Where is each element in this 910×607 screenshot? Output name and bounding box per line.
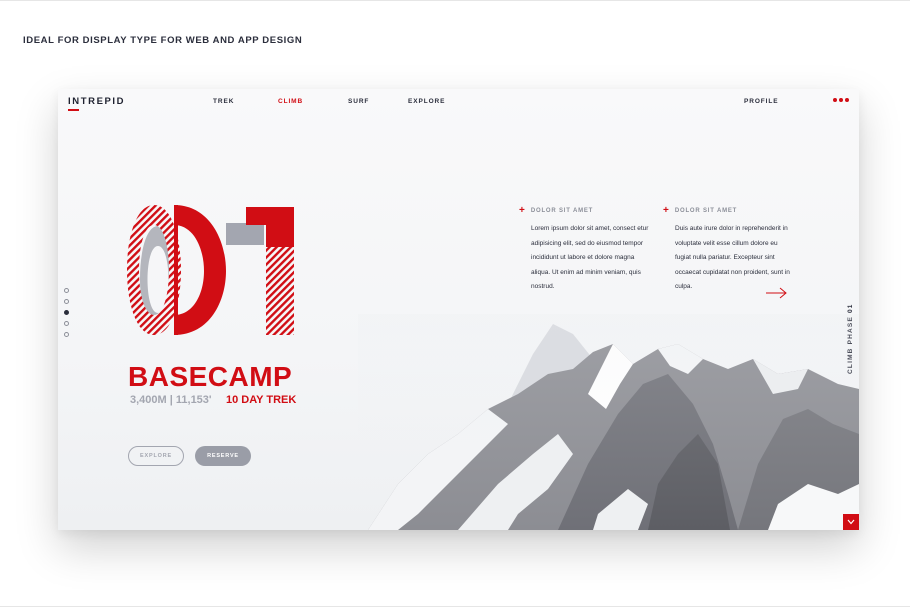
- plus-icon: +: [663, 205, 669, 216]
- nav-item-climb[interactable]: CLIMB: [278, 98, 303, 105]
- info-body: Duis aute irure dolor in reprehenderit i…: [675, 225, 790, 290]
- brand-underline: [68, 109, 79, 111]
- hero-duration: 10 DAY TREK: [226, 394, 297, 406]
- slide-dot[interactable]: [64, 288, 69, 293]
- info-column: + DOLOR SIT AMET Duis aute irure dolor i…: [663, 206, 795, 295]
- reserve-button[interactable]: RESERVE: [195, 446, 251, 466]
- nav-item-profile[interactable]: PROFILE: [744, 98, 778, 105]
- explore-button[interactable]: EXPLORE: [128, 446, 184, 466]
- top-divider: [0, 0, 910, 1]
- nav-item-trek[interactable]: TREK: [213, 98, 234, 105]
- hero-number-graphic: [127, 205, 294, 335]
- slide-dot[interactable]: [64, 332, 69, 337]
- hero-elevation: 3,400M | 11,153': [130, 394, 212, 406]
- slide-dot[interactable]: [64, 321, 69, 326]
- mountain-image: [358, 314, 859, 530]
- caption: IDEAL FOR DISPLAY TYPE FOR WEB AND APP D…: [23, 35, 303, 46]
- brand-logo[interactable]: INTREPID: [68, 96, 125, 107]
- more-dots-icon[interactable]: [833, 98, 849, 102]
- nav-item-surf[interactable]: SURF: [348, 98, 369, 105]
- website-mockup: INTREPID TREK CLIMB SURF EXPLORE PROFILE: [58, 89, 859, 530]
- nav-item-explore[interactable]: EXPLORE: [408, 98, 445, 105]
- slide-dot-active[interactable]: [64, 310, 69, 315]
- arrow-right-icon[interactable]: [766, 287, 787, 299]
- plus-icon: +: [519, 205, 525, 216]
- info-header: + DOLOR SIT AMET: [519, 206, 651, 216]
- info-column: + DOLOR SIT AMET Lorem ipsum dolor sit a…: [519, 206, 651, 295]
- chevron-down-icon[interactable]: [843, 514, 859, 530]
- slide-dot[interactable]: [64, 299, 69, 304]
- page: IDEAL FOR DISPLAY TYPE FOR WEB AND APP D…: [0, 0, 910, 607]
- info-header: + DOLOR SIT AMET: [663, 206, 795, 216]
- info-title: DOLOR SIT AMET: [530, 208, 594, 214]
- slide-pagination: [64, 288, 69, 337]
- hero-title: BASECAMP: [128, 361, 293, 392]
- info-body: Lorem ipsum dolor sit amet, consect etur…: [531, 225, 649, 290]
- info-title: DOLOR SIT AMET: [674, 208, 738, 214]
